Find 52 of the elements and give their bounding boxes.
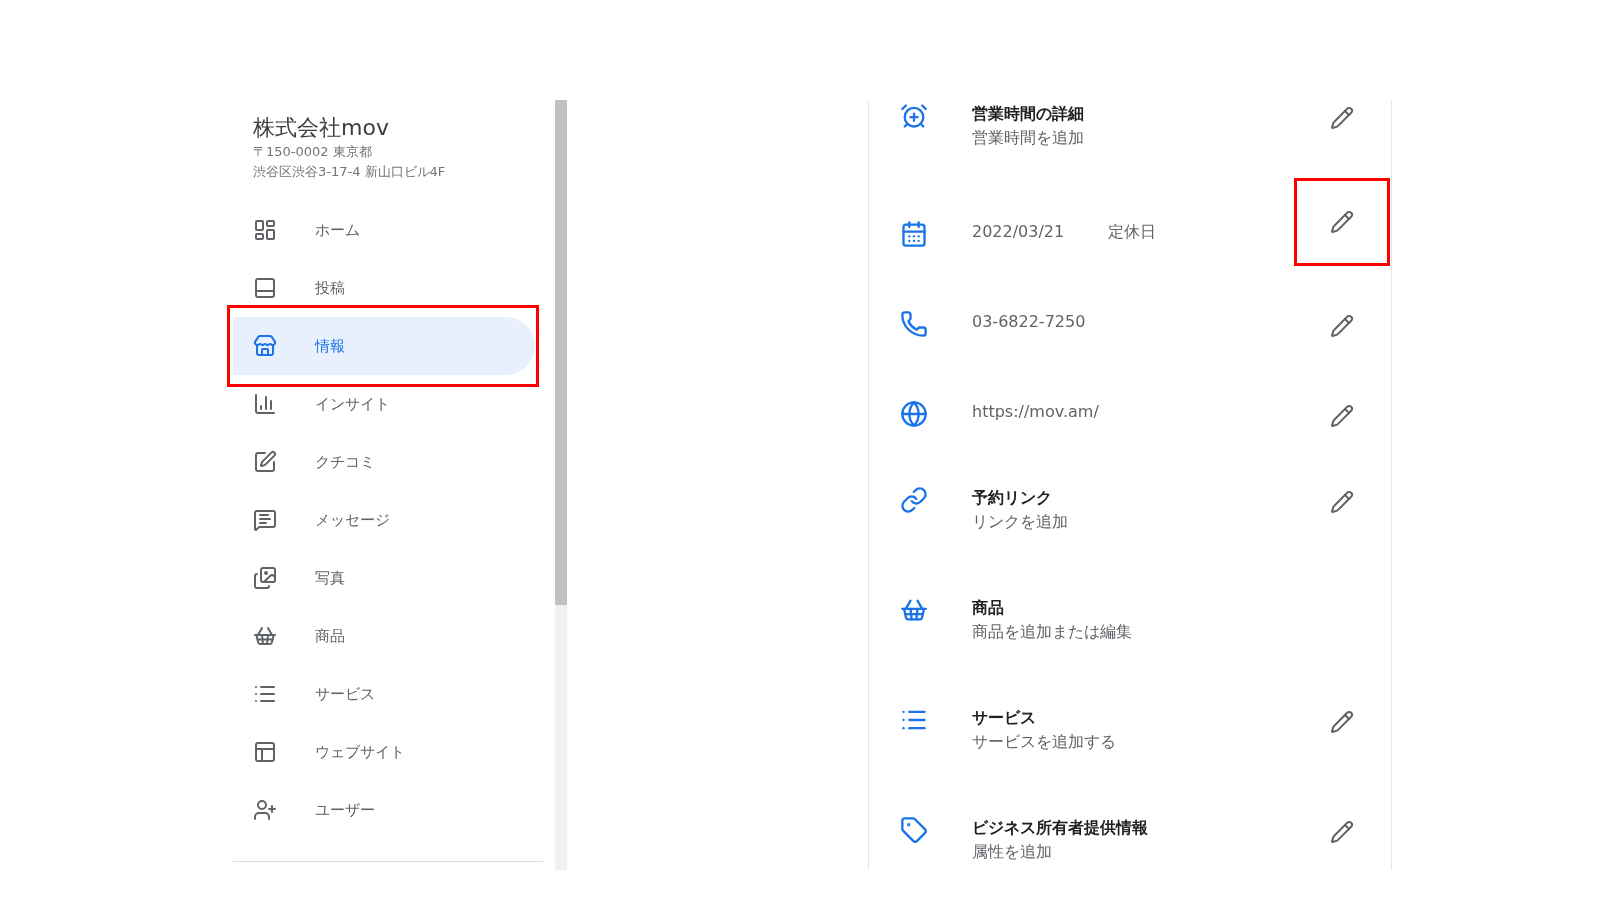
row-subtitle: 属性を追加 xyxy=(972,841,1053,863)
pencil-icon xyxy=(1330,404,1354,428)
row-subtitle: 商品を追加または編集 xyxy=(972,621,1133,643)
calendar-icon xyxy=(900,220,928,248)
row-value: 定休日 xyxy=(1108,221,1157,243)
address-line: 渋谷区渋谷3-17-4 新山口ビル4F xyxy=(253,163,447,181)
nav-item[interactable]: ホーム xyxy=(233,201,535,259)
address-line: 〒150-0002 東京都 xyxy=(253,143,373,161)
nav-item[interactable]: インサイト xyxy=(233,375,535,433)
store-icon xyxy=(253,334,277,358)
business-name: 株式会社mov xyxy=(253,114,390,142)
pencil-icon xyxy=(1330,820,1354,844)
pencil-icon xyxy=(1330,314,1354,338)
scrollbar[interactable] xyxy=(555,100,567,870)
add-user-icon xyxy=(253,798,277,822)
bar-chart-icon xyxy=(253,392,277,416)
tag-icon xyxy=(900,816,928,844)
pencil-icon xyxy=(1330,490,1354,514)
row-subtitle: リンクを追加 xyxy=(972,511,1069,533)
post-icon xyxy=(253,276,277,300)
row-title: 商品 xyxy=(972,597,1005,619)
nav-item[interactable]: ウェブサイト xyxy=(233,723,535,781)
globe-icon xyxy=(900,400,928,428)
nav-item[interactable]: メッセージ xyxy=(233,491,535,549)
row-subtitle: サービスを追加する xyxy=(972,731,1117,753)
row-subtitle: 営業時間を追加 xyxy=(972,127,1085,149)
message-icon xyxy=(253,508,277,532)
photos-icon xyxy=(253,566,277,590)
row-value: https://mov.am/ xyxy=(972,401,1099,423)
row-title: ビジネス所有者提供情報 xyxy=(972,817,1149,839)
nav-item[interactable]: ユーザー xyxy=(233,781,535,839)
dashboard-icon xyxy=(253,218,277,242)
row-title: 営業時間の詳細 xyxy=(972,103,1085,125)
row-title: サービス xyxy=(972,707,1037,729)
clock-plus-icon xyxy=(900,102,928,130)
review-icon xyxy=(253,450,277,474)
nav-item[interactable]: 投稿 xyxy=(233,259,535,317)
nav-item[interactable]: クチコミ xyxy=(233,433,535,491)
nav-item[interactable]: 情報 xyxy=(233,317,535,375)
website-icon xyxy=(253,740,277,764)
row-value: 03-6822-7250 xyxy=(972,311,1086,333)
nav-item[interactable]: 写真 xyxy=(233,549,535,607)
basket-icon xyxy=(253,624,277,648)
pencil-icon xyxy=(1330,210,1354,234)
phone-icon xyxy=(900,310,928,338)
pencil-icon xyxy=(1330,710,1354,734)
nav-item[interactable]: サービス xyxy=(233,665,535,723)
pencil-icon xyxy=(1330,106,1354,130)
row-value: 2022/03/21 xyxy=(972,221,1065,243)
row-title: 予約リンク xyxy=(972,487,1053,509)
nav-item[interactable]: 商品 xyxy=(233,607,535,665)
link-icon xyxy=(900,486,928,514)
